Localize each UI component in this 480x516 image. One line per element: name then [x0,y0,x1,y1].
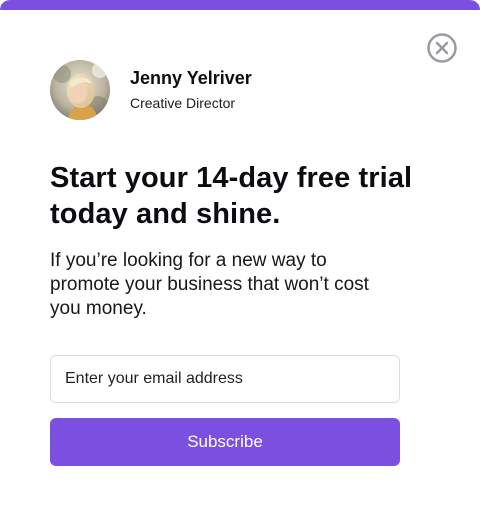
description: If you’re looking for a new way to promo… [50,250,369,319]
headline: Start your 14-day free trial today and s… [50,162,413,230]
close-circle-icon [427,33,457,63]
profile-text: Jenny Yelriver Creative Director [130,67,252,112]
profile-name: Jenny Yelriver [130,67,252,88]
avatar [50,60,110,120]
modal-accent-bar [0,0,480,10]
profile-role: Creative Director [130,94,236,111]
close-button[interactable] [426,32,458,64]
subscribe-button[interactable]: Subscribe [50,418,400,466]
avatar-photo [50,60,110,120]
author-profile: Jenny Yelriver Creative Director [50,60,252,120]
signup-modal: Jenny Yelriver Creative Director Start y… [0,0,480,516]
email-field[interactable] [50,355,400,403]
